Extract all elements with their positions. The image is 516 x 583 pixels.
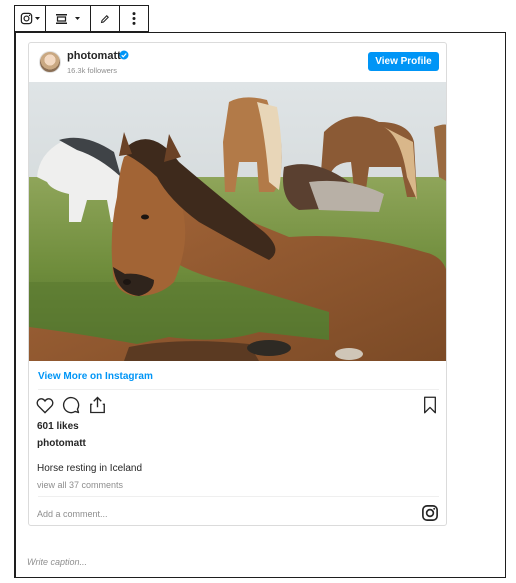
edit-url-button[interactable] bbox=[100, 6, 110, 31]
view-profile-button[interactable]: View Profile bbox=[368, 52, 439, 71]
like-button[interactable] bbox=[34, 395, 56, 415]
align-icon bbox=[56, 13, 67, 24]
post-username[interactable]: photomatt bbox=[67, 50, 121, 62]
divider bbox=[38, 496, 439, 497]
view-more-link[interactable]: View More on Instagram bbox=[38, 371, 153, 382]
share-button[interactable] bbox=[86, 395, 108, 415]
instagram-post-card: photomatt 16.3k followers View Profile V… bbox=[28, 42, 447, 526]
comment-button[interactable] bbox=[60, 395, 82, 415]
verified-badge-icon bbox=[119, 50, 129, 60]
comment-icon bbox=[62, 396, 80, 414]
alignment-group bbox=[46, 6, 91, 31]
chevron-down-icon bbox=[35, 17, 40, 20]
pencil-icon bbox=[100, 14, 109, 23]
post-owner[interactable]: photomatt bbox=[37, 438, 86, 449]
more-group bbox=[120, 6, 148, 31]
caption-input[interactable]: Write caption... bbox=[27, 557, 87, 567]
post-caption: Horse resting in Iceland bbox=[37, 463, 143, 474]
likes-count[interactable]: 601 likes bbox=[37, 421, 79, 432]
instagram-embed-block[interactable]: photomatt 16.3k followers View Profile V… bbox=[14, 32, 506, 578]
alignment-button[interactable] bbox=[56, 6, 80, 31]
more-options-button[interactable] bbox=[132, 6, 136, 31]
block-switcher-group bbox=[15, 6, 46, 31]
instagram-icon bbox=[20, 12, 33, 25]
block-toolbar bbox=[14, 5, 149, 32]
add-comment-input[interactable]: Add a comment... bbox=[37, 509, 108, 519]
avatar[interactable] bbox=[39, 51, 61, 73]
chevron-down-icon bbox=[75, 17, 80, 20]
post-actions bbox=[34, 395, 108, 415]
block-type-button[interactable] bbox=[20, 6, 40, 31]
more-vertical-icon bbox=[132, 12, 136, 25]
post-photo[interactable] bbox=[29, 82, 447, 361]
divider bbox=[38, 389, 439, 390]
edit-group bbox=[91, 6, 120, 31]
view-comments-link[interactable]: view all 37 comments bbox=[37, 480, 123, 490]
bookmark-icon bbox=[424, 396, 436, 414]
save-button[interactable] bbox=[421, 395, 439, 415]
share-icon bbox=[89, 396, 105, 414]
heart-icon bbox=[36, 397, 54, 414]
instagram-icon[interactable] bbox=[421, 504, 439, 522]
post-header: photomatt 16.3k followers View Profile bbox=[29, 43, 446, 82]
followers-count: 16.3k followers bbox=[67, 66, 118, 75]
